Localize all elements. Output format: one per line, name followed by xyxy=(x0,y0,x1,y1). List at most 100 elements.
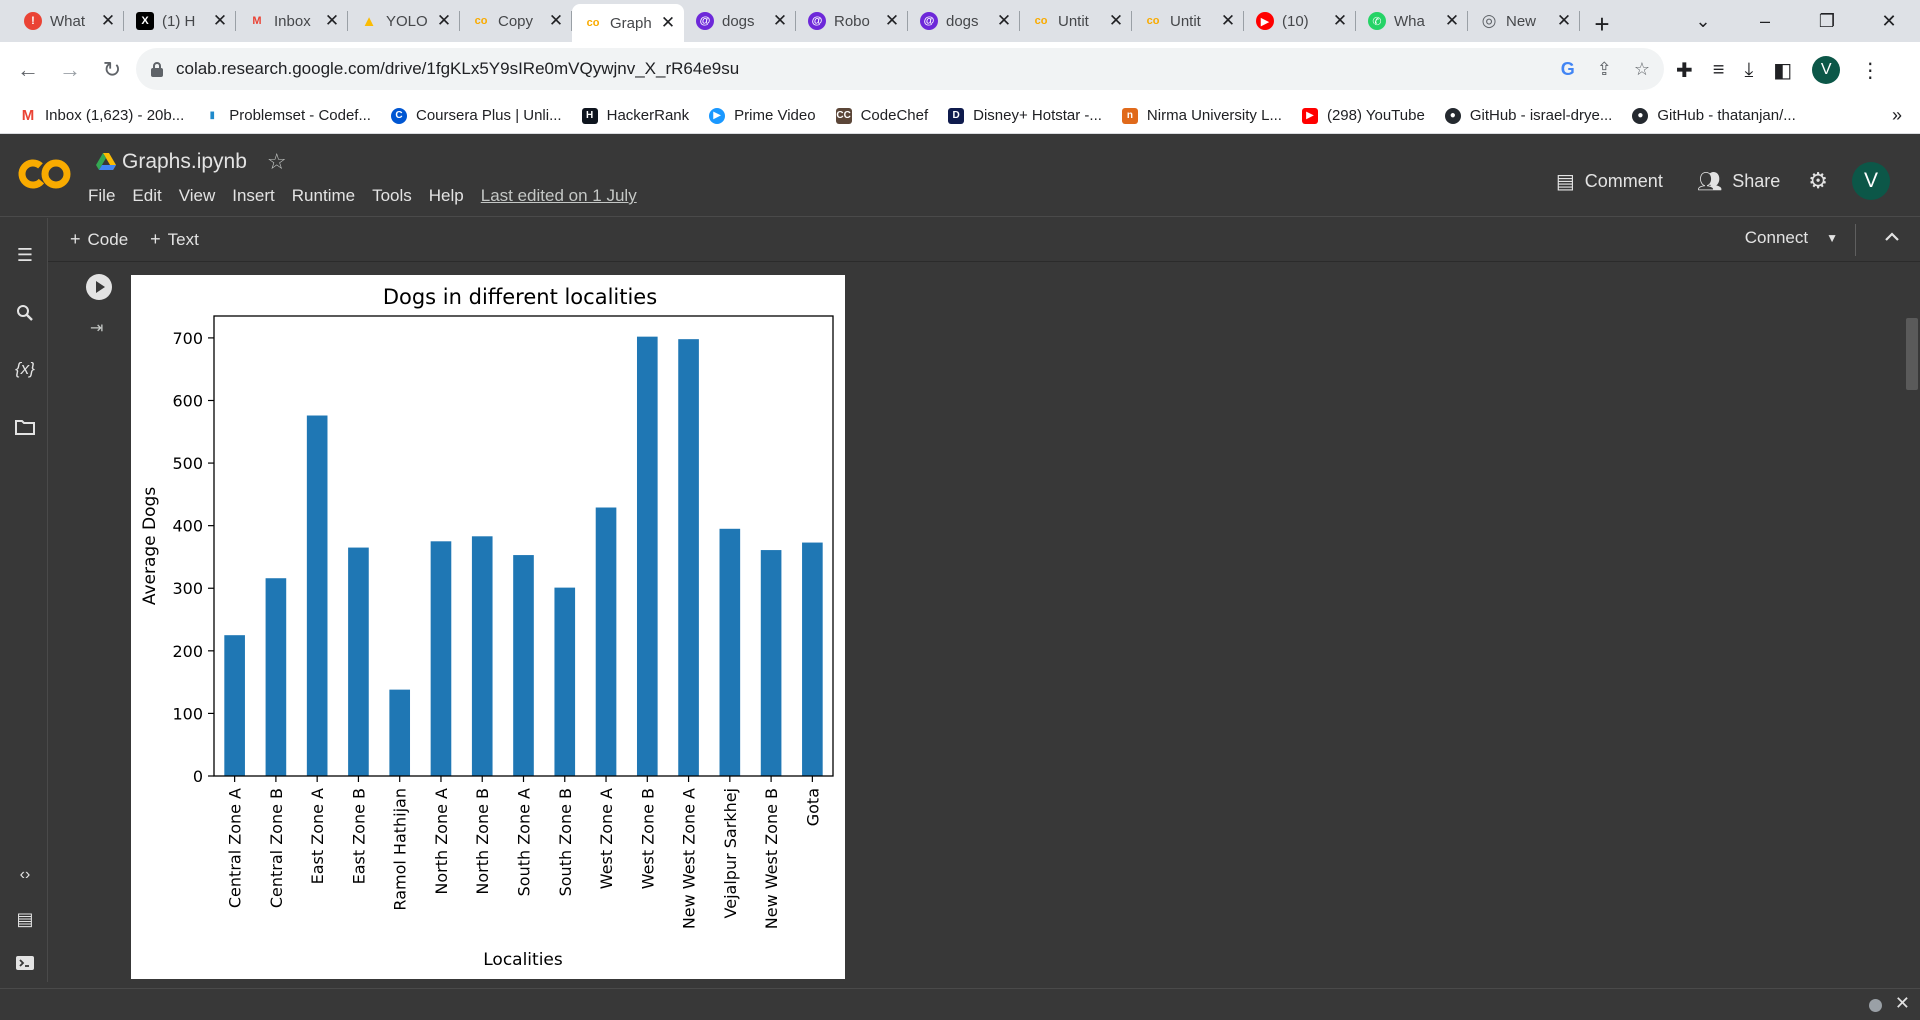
chrome-menu-icon[interactable]: ⋮ xyxy=(1860,58,1880,83)
terminal-icon[interactable] xyxy=(12,950,38,976)
new-tab-button[interactable]: + xyxy=(1584,6,1620,42)
share-button[interactable]: 👥︎ Share xyxy=(1697,169,1780,194)
chevron-down-icon[interactable]: ▼ xyxy=(1826,231,1838,245)
extensions-icon[interactable]: ✚ xyxy=(1676,58,1693,83)
tab-close-icon[interactable]: ✕ xyxy=(100,11,116,31)
bookmark-item[interactable]: n Nirma University L... xyxy=(1121,107,1282,124)
bookmark-item[interactable]: M Inbox (1,623) - 20b... xyxy=(20,107,185,124)
reload-button[interactable]: ↻ xyxy=(92,50,132,90)
scrollbar-thumb[interactable] xyxy=(1906,318,1918,390)
bookmarks-overflow-button[interactable]: » xyxy=(1892,105,1902,126)
tab-close-icon[interactable]: ✕ xyxy=(212,11,228,31)
browser-tab[interactable]: co Untit ✕ xyxy=(1132,0,1244,42)
code-snippets-icon[interactable]: ‹› xyxy=(12,862,38,888)
bookmark-item[interactable]: ▶ (298) YouTube xyxy=(1301,107,1425,124)
bookmark-item[interactable]: C Coursera Plus | Unli... xyxy=(390,107,562,124)
tab-close-icon[interactable]: ✕ xyxy=(324,11,340,31)
run-cell-button[interactable] xyxy=(86,274,112,300)
star-icon[interactable]: ☆ xyxy=(267,149,287,175)
browser-tab[interactable]: @ dogs ✕ xyxy=(908,0,1020,42)
browser-tab[interactable]: ✆ Wha ✕ xyxy=(1356,0,1468,42)
menu-help[interactable]: Help xyxy=(429,186,464,206)
output-actions-icon[interactable]: ⇥ xyxy=(90,318,103,338)
browser-tab[interactable]: X (1) H ✕ xyxy=(124,0,236,42)
downloads-icon[interactable]: ⤓ xyxy=(1744,59,1753,82)
connect-button[interactable]: Connect ▼ xyxy=(1745,228,1838,248)
last-edited-link[interactable]: Last edited on 1 July xyxy=(481,186,637,206)
bar xyxy=(595,507,617,776)
x-tick-label: South Zone A xyxy=(515,788,534,896)
tab-close-icon[interactable]: ✕ xyxy=(1332,11,1348,31)
share-page-icon[interactable]: ⇪ xyxy=(1597,59,1612,80)
add-code-cell-button[interactable]: + Code xyxy=(70,229,128,250)
menu-runtime[interactable]: Runtime xyxy=(292,186,355,206)
search-icon[interactable] xyxy=(12,300,38,326)
media-control-icon[interactable]: ≡ xyxy=(1713,59,1725,82)
bookmark-star-icon[interactable]: ☆ xyxy=(1634,59,1650,80)
notebook-name[interactable]: Graphs.ipynb xyxy=(122,150,247,174)
bookmark-item[interactable]: CC CodeChef xyxy=(835,107,929,124)
restore-button[interactable]: ❐ xyxy=(1796,11,1858,32)
back-button[interactable]: ← xyxy=(8,50,48,90)
tab-close-icon[interactable]: ✕ xyxy=(884,11,900,31)
address-bar[interactable]: colab.research.google.com/drive/1fgKLx5Y… xyxy=(136,48,1664,90)
tab-search-icon[interactable]: ⌄ xyxy=(1672,11,1734,32)
menu-file[interactable]: File xyxy=(88,186,115,206)
side-panel-icon[interactable]: ◧ xyxy=(1773,58,1792,83)
tab-close-icon[interactable]: ✕ xyxy=(660,13,676,33)
account-avatar[interactable]: V xyxy=(1852,162,1890,200)
bookmark-item[interactable]: ● GitHub - thatanjan/... xyxy=(1632,107,1796,124)
bookmark-label: Prime Video xyxy=(734,107,816,124)
bookmark-item[interactable]: ▮ Problemset - Codef... xyxy=(204,107,371,124)
browser-tab[interactable]: ▲ YOLO ✕ xyxy=(348,0,460,42)
url-text[interactable]: colab.research.google.com/drive/1fgKLx5Y… xyxy=(176,59,739,79)
close-icon[interactable]: ✕ xyxy=(1895,993,1910,1014)
colab-logo[interactable] xyxy=(18,156,71,190)
tab-close-icon[interactable]: ✕ xyxy=(772,11,788,31)
browser-tab[interactable]: ! What ✕ xyxy=(12,0,124,42)
browser-tab[interactable]: M Inbox ✕ xyxy=(236,0,348,42)
tab-close-icon[interactable]: ✕ xyxy=(996,11,1012,31)
files-icon[interactable] xyxy=(12,414,38,440)
profile-avatar[interactable]: V xyxy=(1812,56,1841,84)
browser-tab[interactable]: co Graph ✕ xyxy=(572,4,684,42)
comment-button[interactable]: ▤ Comment xyxy=(1556,169,1663,194)
bookmark-label: CodeChef xyxy=(860,107,929,124)
bar xyxy=(513,555,534,776)
toc-icon[interactable]: ☰ xyxy=(12,242,38,268)
variables-icon[interactable]: {x} xyxy=(12,356,38,382)
menu-insert[interactable]: Insert xyxy=(232,186,275,206)
google-lens-icon[interactable]: G xyxy=(1561,59,1575,80)
browser-tab[interactable]: co Copy ✕ xyxy=(460,0,572,42)
browser-tab[interactable]: ◎ New ✕ xyxy=(1468,0,1580,42)
menu-edit[interactable]: Edit xyxy=(132,186,161,206)
tab-close-icon[interactable]: ✕ xyxy=(1556,11,1572,31)
runtime-status-indicator[interactable] xyxy=(1869,999,1882,1012)
lock-icon[interactable] xyxy=(150,61,164,77)
browser-tab[interactable]: @ Robo ✕ xyxy=(796,0,908,42)
forward-button[interactable]: → xyxy=(50,50,90,90)
y-tick-label: 500 xyxy=(172,454,203,473)
tab-close-icon[interactable]: ✕ xyxy=(436,11,452,31)
browser-tab[interactable]: co Untit ✕ xyxy=(1020,0,1132,42)
browser-tab[interactable]: ▶ (10) ✕ xyxy=(1244,0,1356,42)
tab-close-icon[interactable]: ✕ xyxy=(1220,11,1236,31)
tab-close-icon[interactable]: ✕ xyxy=(548,11,564,31)
add-text-label: Text xyxy=(167,229,199,249)
bar xyxy=(348,547,369,776)
menu-tools[interactable]: Tools xyxy=(372,186,412,206)
tab-close-icon[interactable]: ✕ xyxy=(1444,11,1460,31)
close-window-button[interactable]: ✕ xyxy=(1858,11,1920,32)
add-text-cell-button[interactable]: + Text xyxy=(150,229,199,250)
minimize-button[interactable]: – xyxy=(1734,11,1796,32)
settings-button[interactable]: ⚙ xyxy=(1808,168,1828,194)
bookmark-item[interactable]: H HackerRank xyxy=(581,107,689,124)
bookmark-item[interactable]: ▶ Prime Video xyxy=(709,107,816,124)
bookmark-item[interactable]: ● GitHub - israel-drye... xyxy=(1444,107,1612,124)
bookmark-item[interactable]: D Disney+ Hotstar -... xyxy=(948,107,1102,124)
tab-close-icon[interactable]: ✕ xyxy=(1108,11,1124,31)
collapse-header-icon[interactable] xyxy=(1884,226,1900,247)
menu-view[interactable]: View xyxy=(179,186,216,206)
browser-tab[interactable]: @ dogs ✕ xyxy=(684,0,796,42)
command-palette-icon[interactable]: ▤ xyxy=(12,906,38,932)
